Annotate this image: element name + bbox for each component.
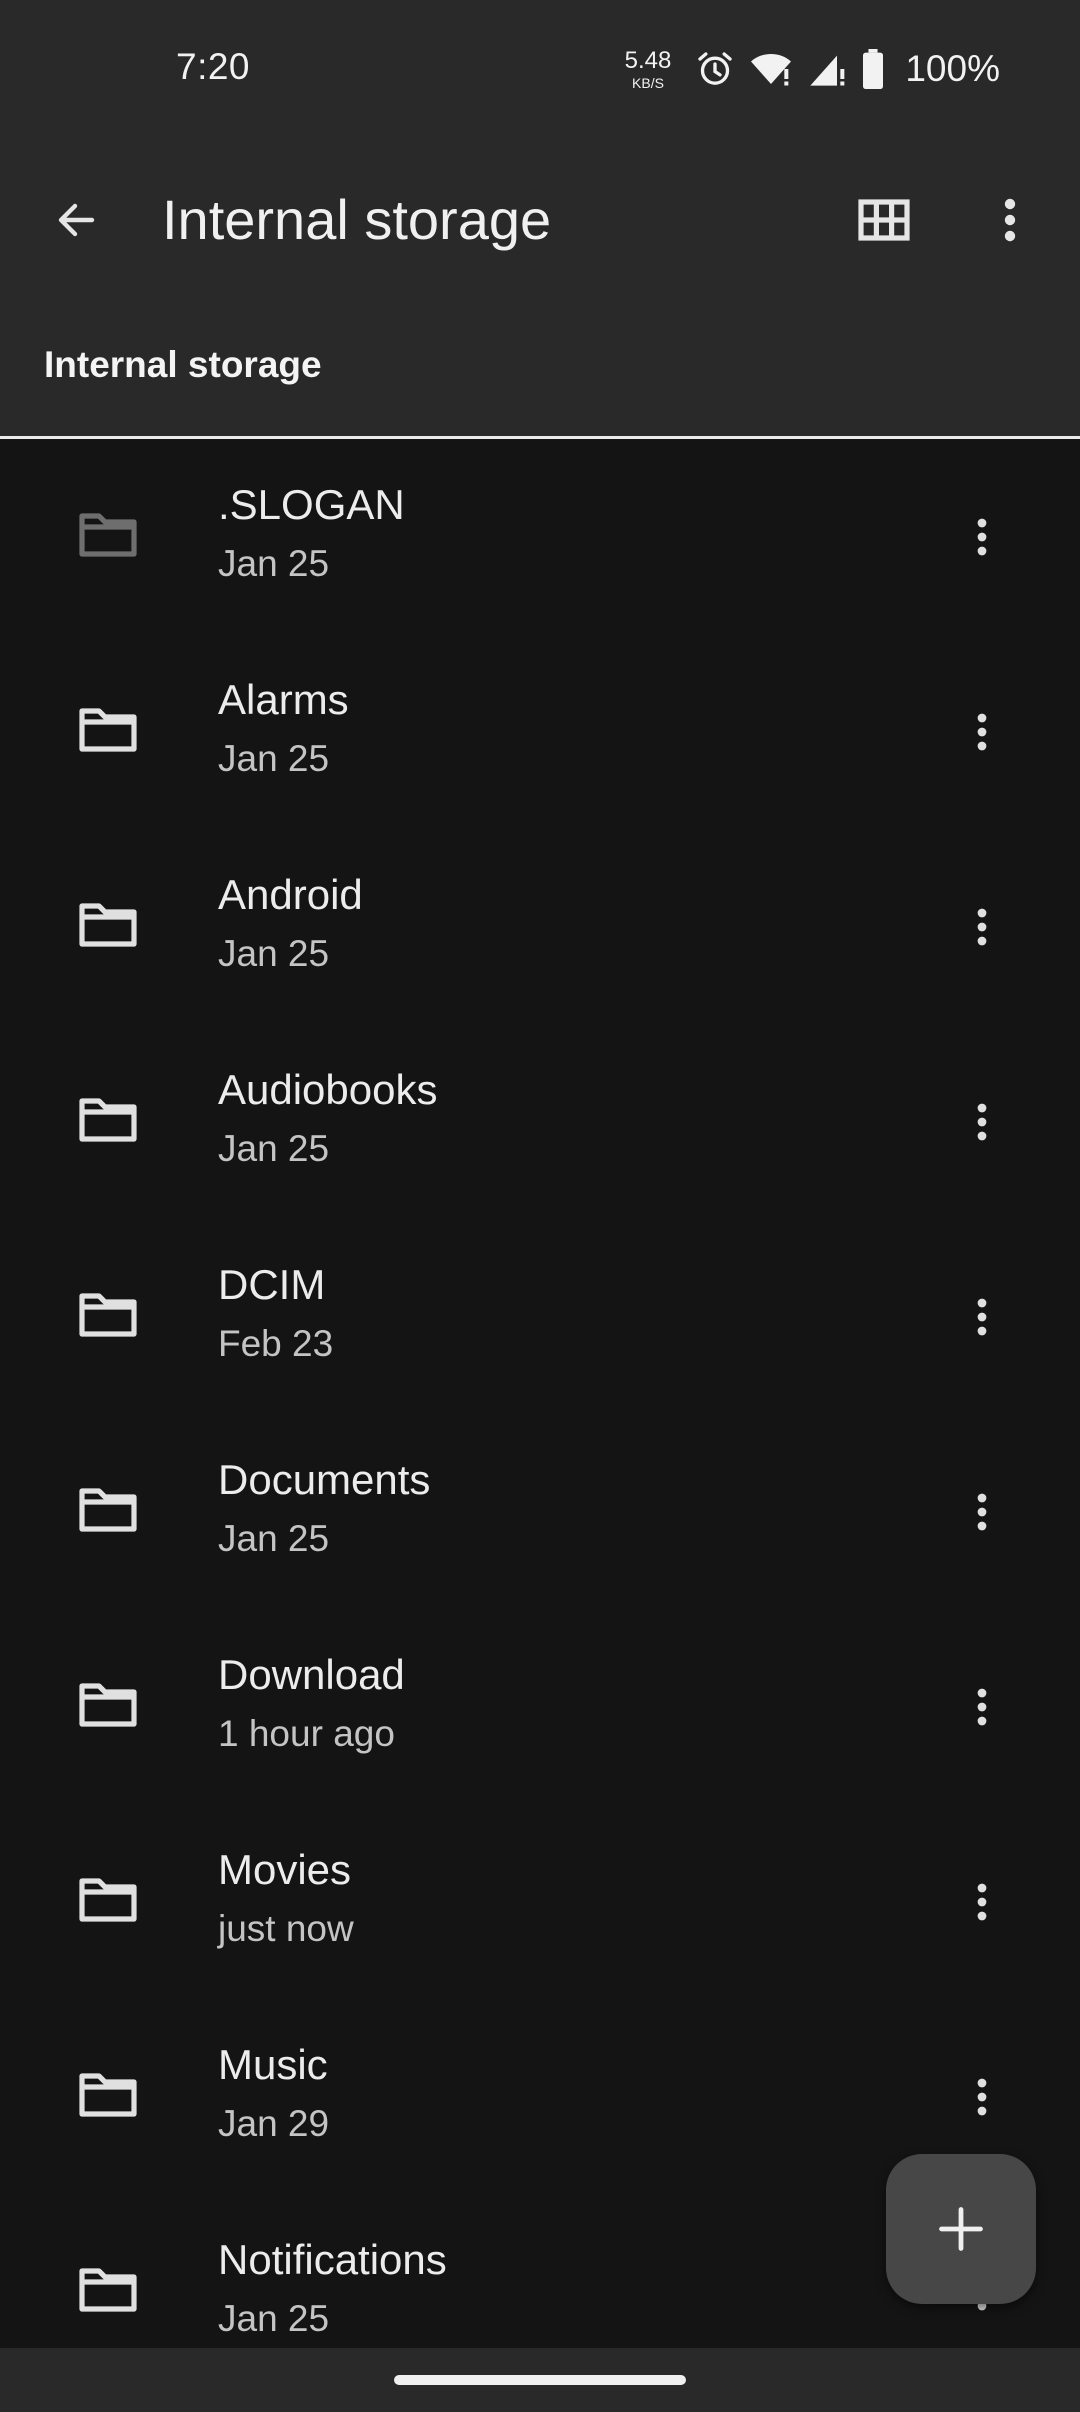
file-name: Documents <box>218 1456 431 1503</box>
more-vert-icon <box>977 908 987 946</box>
file-options-button[interactable] <box>940 885 1024 969</box>
file-name: Alarms <box>218 676 349 723</box>
folder-icon <box>79 903 137 947</box>
navigation-bar <box>0 2348 1080 2412</box>
file-row[interactable]: Download 1 hour ago <box>0 1609 1080 1804</box>
breadcrumb-bar: Internal storage <box>0 308 1080 439</box>
file-name: .SLOGAN <box>218 481 405 528</box>
file-date: Jan 25 <box>218 543 330 584</box>
add-button[interactable] <box>886 2154 1036 2304</box>
more-vert-icon <box>977 1103 987 1141</box>
file-row[interactable]: Documents Jan 25 <box>0 1414 1080 1609</box>
network-speed-value: 5.48 <box>624 46 672 74</box>
file-date: Feb 23 <box>218 1323 334 1364</box>
folder-icon <box>79 1293 137 1337</box>
app-bar: Internal storage <box>0 132 1080 308</box>
file-row[interactable]: Android Jan 25 <box>0 829 1080 1024</box>
more-vert-icon <box>977 1688 987 1726</box>
file-date: Jan 29 <box>218 2103 330 2144</box>
folder-icon <box>79 1878 137 1922</box>
folder-icon <box>79 2268 137 2312</box>
more-vert-icon <box>1004 198 1016 242</box>
battery-percent: 100% <box>905 48 1000 89</box>
file-date: Jan 25 <box>218 1518 330 1559</box>
folder-icon <box>79 1488 137 1532</box>
file-name: Movies <box>218 1846 352 1893</box>
grid-view-icon <box>858 199 910 241</box>
file-name: Music <box>218 2041 328 2088</box>
file-options-button[interactable] <box>940 690 1024 774</box>
network-speed: 5.48 KB/S <box>624 46 672 91</box>
file-options-button[interactable] <box>940 1860 1024 1944</box>
file-row[interactable]: Alarms Jan 25 <box>0 634 1080 829</box>
file-date: Jan 25 <box>218 933 330 974</box>
back-button[interactable] <box>34 178 118 262</box>
file-name: Android <box>218 871 363 918</box>
file-row[interactable]: Audiobooks Jan 25 <box>0 1024 1080 1219</box>
file-options-button[interactable] <box>940 495 1024 579</box>
network-speed-unit: KB/S <box>632 74 664 91</box>
add-icon <box>939 2207 983 2251</box>
folder-icon <box>79 1683 137 1727</box>
file-name: DCIM <box>218 1261 326 1308</box>
file-options-button[interactable] <box>940 1080 1024 1164</box>
file-options-button[interactable] <box>940 1665 1024 1749</box>
wifi-icon <box>749 49 793 89</box>
file-options-button[interactable] <box>940 1275 1024 1359</box>
file-date: Jan 25 <box>218 1128 330 1169</box>
more-vert-icon <box>977 1298 987 1336</box>
grid-view-button[interactable] <box>842 178 926 262</box>
file-list: .SLOGAN Jan 25 Alarms Jan 25 Android Jan 25 Au… <box>0 439 1080 2389</box>
folder-icon <box>79 2073 137 2117</box>
folder-icon <box>79 1098 137 1142</box>
battery-icon <box>861 49 885 89</box>
alarm-icon <box>695 49 735 89</box>
folder-icon <box>79 708 137 752</box>
file-row[interactable]: Movies just now <box>0 1804 1080 1999</box>
file-name: Download <box>218 1651 405 1698</box>
back-arrow-icon <box>58 203 95 237</box>
file-date: just now <box>218 1908 354 1949</box>
folder-icon <box>79 513 137 557</box>
breadcrumb[interactable]: Internal storage <box>44 344 322 386</box>
file-date: Jan 25 <box>218 738 330 779</box>
file-date: Jan 25 <box>218 2298 330 2339</box>
home-gesture-handle[interactable] <box>394 2375 686 2385</box>
file-row[interactable]: DCIM Feb 23 <box>0 1219 1080 1414</box>
status-time: 7:20 <box>176 46 251 87</box>
more-vert-icon <box>977 1883 987 1921</box>
file-name: Notifications <box>218 2236 447 2283</box>
more-options-button[interactable] <box>968 178 1052 262</box>
more-vert-icon <box>977 1493 987 1531</box>
file-options-button[interactable] <box>940 2055 1024 2139</box>
more-vert-icon <box>977 713 987 751</box>
file-row[interactable]: .SLOGAN Jan 25 <box>0 439 1080 634</box>
more-vert-icon <box>977 518 987 556</box>
status-bar: 7:20 5.48 KB/S 100% <box>0 0 1080 132</box>
signal-icon <box>807 49 847 89</box>
file-date: 1 hour ago <box>218 1713 395 1754</box>
more-vert-icon <box>977 2078 987 2116</box>
file-name: Audiobooks <box>218 1066 438 1113</box>
status-icons: 5.48 KB/S 100% <box>625 44 1000 94</box>
page-title: Internal storage <box>162 188 552 251</box>
file-options-button[interactable] <box>940 1470 1024 1554</box>
